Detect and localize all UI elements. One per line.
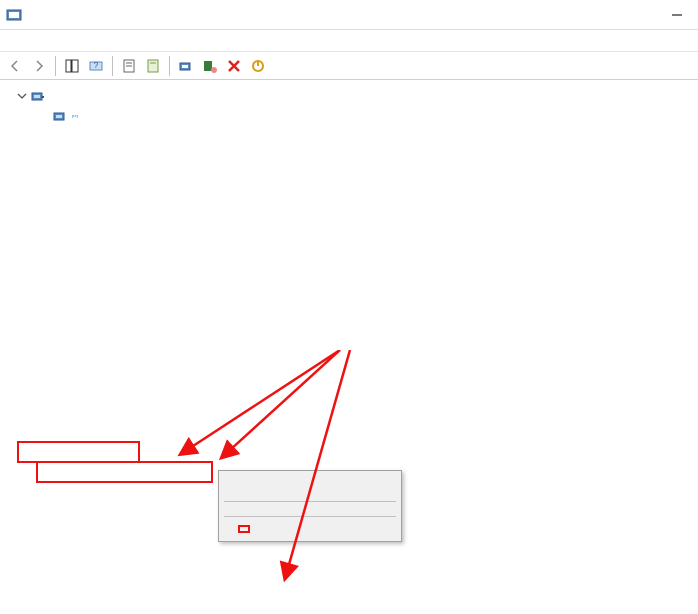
- update-button[interactable]: [142, 55, 164, 77]
- properties-button[interactable]: [118, 55, 140, 77]
- tree-node-network-adapters[interactable]: [0, 86, 698, 106]
- title-bar: [0, 0, 698, 30]
- spacer: [38, 110, 50, 122]
- show-hide-button[interactable]: [61, 55, 83, 77]
- scan-button[interactable]: [175, 55, 197, 77]
- ctx-update-driver[interactable]: [222, 474, 398, 482]
- uninstall-button[interactable]: [223, 55, 245, 77]
- separator: [224, 516, 396, 517]
- context-menu: [218, 470, 402, 542]
- network-icon: [30, 88, 46, 104]
- back-button[interactable]: [4, 55, 26, 77]
- help-button[interactable]: ?: [85, 55, 107, 77]
- ctx-scan[interactable]: [222, 505, 398, 513]
- forward-button[interactable]: [28, 55, 50, 77]
- toolbar: ?: [0, 52, 698, 80]
- network-adapter-icon: [52, 108, 68, 124]
- tree-node-realtek[interactable]: [0, 106, 698, 126]
- ctx-disable[interactable]: [222, 482, 398, 490]
- separator: [224, 501, 396, 502]
- collapse-icon[interactable]: [16, 90, 28, 102]
- app-icon: [6, 7, 22, 23]
- menu-bar: [0, 30, 698, 52]
- svg-text:?: ?: [94, 61, 99, 70]
- tree-label: [72, 115, 78, 117]
- minimize-button[interactable]: [670, 8, 684, 22]
- ctx-uninstall[interactable]: [222, 490, 398, 498]
- ctx-properties[interactable]: [238, 525, 250, 533]
- add-hardware-button[interactable]: [199, 55, 221, 77]
- disable-button[interactable]: [247, 55, 269, 77]
